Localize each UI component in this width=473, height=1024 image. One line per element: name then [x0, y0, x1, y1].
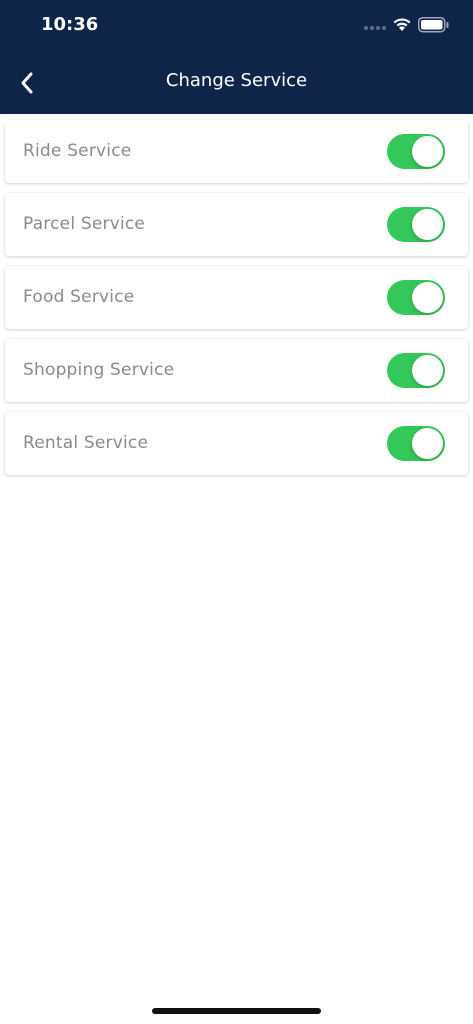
app-header: 10:36 Change Service — [0, 0, 473, 114]
page-title: Change Service — [165, 70, 308, 91]
ride-service-toggle[interactable] — [387, 134, 445, 169]
food-service-toggle[interactable] — [387, 280, 445, 315]
cellular-signal-icon — [364, 26, 386, 30]
service-row-shopping: Shopping Service — [5, 339, 468, 402]
nav-bar: Change Service — [0, 52, 473, 114]
service-label: Food Service — [23, 287, 135, 307]
service-row-ride: Ride Service — [5, 120, 468, 183]
service-label: Parcel Service — [23, 214, 146, 234]
service-label: Ride Service — [23, 141, 132, 161]
service-label: Rental Service — [23, 433, 149, 453]
wifi-icon — [393, 18, 411, 31]
battery-icon — [418, 17, 449, 33]
service-row-rental: Rental Service — [5, 412, 468, 475]
service-label: Shopping Service — [23, 360, 175, 380]
service-list: Ride Service Parcel Service Food Service… — [5, 120, 468, 485]
parcel-service-toggle[interactable] — [387, 207, 445, 242]
service-row-parcel: Parcel Service — [5, 193, 468, 256]
toggle-knob — [412, 136, 443, 167]
shopping-service-toggle[interactable] — [387, 353, 445, 388]
toggle-knob — [412, 355, 443, 386]
toggle-knob — [412, 428, 443, 459]
change-service-screen: 10:36 Change Service Ride Service Parcel… — [0, 0, 473, 1024]
status-bar: 10:36 — [0, 0, 473, 52]
home-indicator — [152, 1008, 321, 1014]
toggle-knob — [412, 282, 443, 313]
status-time: 10:36 — [41, 14, 99, 35]
service-row-food: Food Service — [5, 266, 468, 329]
rental-service-toggle[interactable] — [387, 426, 445, 461]
toggle-knob — [412, 209, 443, 240]
